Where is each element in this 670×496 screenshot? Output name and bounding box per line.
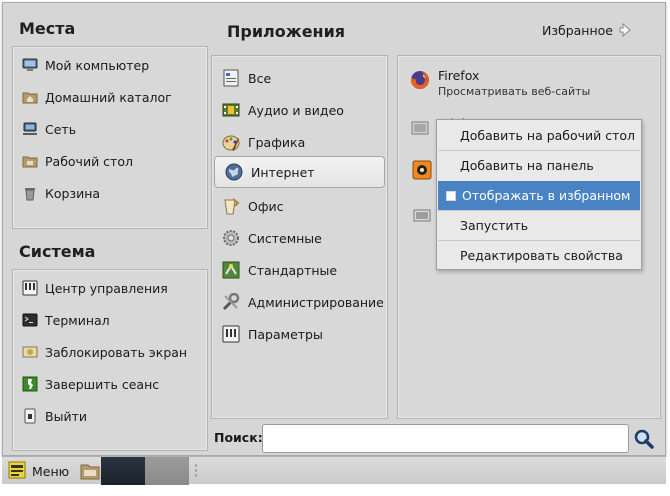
system-icon [220, 227, 242, 249]
internet-icon [223, 161, 245, 183]
system-label: Выйти [45, 408, 87, 424]
place-network[interactable]: Сеть [13, 113, 207, 145]
ctx-launch[interactable]: Запустить [438, 211, 640, 240]
ctx-edit-properties[interactable]: Редактировать свойства [438, 241, 640, 270]
system-lock-screen[interactable]: Заблокировать экран [13, 336, 207, 368]
firefox-icon [408, 68, 432, 92]
ctx-show-in-favorites[interactable]: Отображать в избранном [438, 181, 640, 210]
system-logout[interactable]: Завершить сеанс [13, 368, 207, 400]
office-icon [220, 195, 242, 217]
place-desktop[interactable]: Рабочий стол [13, 145, 207, 177]
category-graphics[interactable]: Графика [212, 126, 387, 158]
system-terminal[interactable]: Терминал [13, 304, 207, 336]
category-label: Стандартные [248, 262, 338, 278]
search-icon[interactable] [634, 429, 654, 449]
checkbox-icon[interactable] [446, 190, 456, 201]
place-label: Сеть [45, 121, 77, 137]
place-trash[interactable]: Корзина [13, 177, 207, 209]
context-menu: Добавить на рабочий стол Добавить на пан… [436, 119, 642, 270]
place-home-folder[interactable]: Домашний каталог [13, 81, 207, 113]
category-label: Аудио и видео [248, 102, 344, 118]
ctx-add-to-desktop[interactable]: Добавить на рабочий стол [438, 121, 640, 150]
search-label: Поиск: [214, 430, 263, 445]
favorites-button[interactable]: Избранное [542, 22, 635, 38]
ctx-label: Редактировать свойства [460, 248, 623, 263]
system-label: Терминал [45, 312, 110, 328]
place-label: Мой компьютер [45, 57, 150, 73]
system-quit[interactable]: Выйти [13, 400, 207, 432]
system-label: Заблокировать экран [45, 344, 188, 360]
place-my-computer[interactable]: Мой компьютер [13, 49, 207, 81]
app-icon-orange[interactable] [412, 160, 432, 183]
home-folder-icon [21, 88, 39, 106]
quit-icon [21, 407, 39, 425]
all-apps-icon [220, 67, 242, 89]
system-label: Центр управления [45, 280, 168, 296]
category-system[interactable]: Системные [212, 222, 387, 254]
place-label: Корзина [45, 185, 101, 201]
terminal-icon [21, 311, 39, 329]
ctx-label: Запустить [460, 218, 529, 233]
desktop-folder-icon [21, 152, 39, 170]
system-panel: Центр управления Терминал Заблокировать … [12, 269, 208, 451]
ctx-label: Добавить на рабочий стол [460, 128, 636, 143]
taskbar-menu-label: Меню [32, 463, 70, 479]
search-input[interactable] [262, 424, 629, 453]
multimedia-icon [220, 99, 242, 121]
category-label: Параметры [248, 326, 323, 342]
category-label: Системные [248, 230, 322, 246]
taskbar-menu-button[interactable]: Меню [8, 459, 69, 483]
system-label: Завершить сеанс [45, 376, 160, 392]
app-icon-monitor[interactable] [412, 206, 432, 229]
taskbar-window-dark[interactable] [101, 457, 145, 485]
graphics-icon [220, 131, 242, 153]
app-name: Firefox [438, 68, 480, 83]
accessories-icon [220, 259, 242, 281]
system-control-center[interactable]: Центр управления [13, 272, 207, 304]
place-label: Рабочий стол [45, 153, 133, 169]
ctx-label: Отображать в избранном [462, 188, 631, 203]
applications-heading: Приложения [227, 22, 346, 41]
category-label: Все [248, 70, 272, 86]
lock-screen-icon [21, 343, 39, 361]
system-heading: Система [19, 242, 96, 261]
places-panel: Мой компьютер Домашний каталог Сеть Рабо… [12, 46, 208, 229]
category-label: Интернет [251, 164, 315, 180]
minicom-icon [408, 116, 432, 140]
taskbar: Меню [2, 456, 666, 485]
category-internet[interactable]: Интернет [214, 156, 385, 188]
category-administration[interactable]: Администрирование [212, 286, 387, 318]
control-center-icon [21, 279, 39, 297]
category-all[interactable]: Все [212, 62, 387, 94]
network-icon [21, 120, 39, 138]
place-label: Домашний каталог [45, 89, 172, 105]
preferences-icon [220, 323, 242, 345]
ctx-label: Добавить на панель [460, 158, 594, 173]
app-firefox[interactable]: Firefox Просматривать веб-сайты [408, 68, 590, 98]
categories-panel: Все Аудио и видео Графика Интернет Офис [211, 55, 388, 419]
category-office[interactable]: Офис [212, 190, 387, 222]
category-preferences[interactable]: Параметры [212, 318, 387, 350]
favorites-label: Избранное [542, 22, 613, 38]
category-accessories[interactable]: Стандартные [212, 254, 387, 286]
menu-icon [8, 461, 26, 482]
category-label: Графика [248, 134, 306, 150]
category-label: Администрирование [248, 294, 384, 310]
logout-icon [21, 375, 39, 393]
administration-icon [220, 291, 242, 313]
ctx-add-to-panel[interactable]: Добавить на панель [438, 151, 640, 180]
taskbar-window-gray[interactable] [145, 457, 189, 485]
computer-icon [21, 56, 39, 74]
category-multimedia[interactable]: Аудио и видео [212, 94, 387, 126]
folder-icon[interactable] [79, 460, 101, 482]
drag-handle-icon[interactable] [194, 463, 198, 479]
places-heading: Места [19, 19, 76, 38]
trash-icon [21, 184, 39, 202]
category-label: Офис [248, 198, 284, 214]
arrow-right-icon [619, 22, 635, 38]
app-description: Просматривать веб-сайты [438, 85, 591, 98]
